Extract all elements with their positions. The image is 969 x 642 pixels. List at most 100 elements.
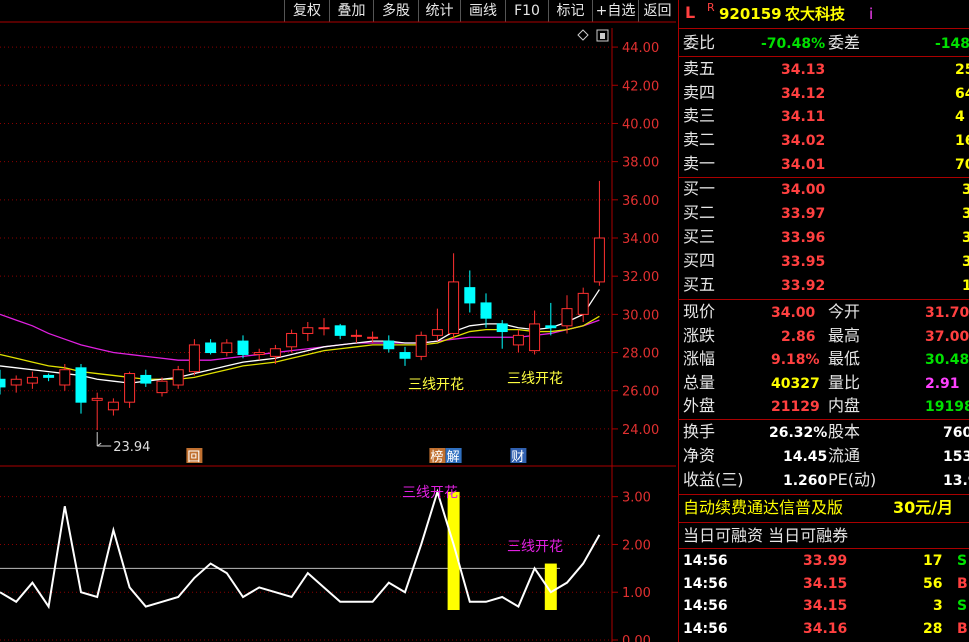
stat-label2-2: 最低 [828, 349, 861, 368]
panel-line-3 [679, 177, 969, 178]
event-marker-0[interactable]: 回 [186, 448, 203, 465]
tick-side-3: B [957, 620, 968, 637]
price-tick-label: 36.00 [622, 194, 659, 209]
price-tick-label: 34.00 [622, 232, 659, 247]
ask-price-2: 34.11 [781, 109, 826, 126]
tick-time-1: 14:56 [683, 575, 728, 592]
candle [107, 398, 119, 416]
candle [124, 371, 136, 408]
info-icon[interactable]: i [869, 3, 873, 25]
price-tick-label: 28.00 [622, 347, 659, 362]
weibi-label: 委比 [683, 33, 716, 52]
tick-volume-2: 3 [933, 598, 943, 614]
candle [10, 375, 22, 393]
candle [593, 180, 605, 286]
stat-value2-0: 31.70 [925, 305, 969, 321]
svg-text:回: 回 [187, 450, 200, 465]
svg-text:榜: 榜 [430, 449, 443, 465]
candle [399, 346, 411, 366]
tick-time-3: 14:56 [683, 620, 728, 637]
indicator-tick-label: 2.00 [622, 538, 651, 553]
fund-label-1: 净资 [683, 446, 716, 465]
tick-price-2: 34.15 [803, 598, 848, 614]
candle [577, 287, 589, 322]
candle [26, 371, 38, 389]
low-price-label: 23.94 [113, 440, 150, 455]
panel-line-7 [679, 522, 969, 523]
price-tick-label: 30.00 [622, 308, 659, 323]
bid-price-4: 33.92 [781, 278, 826, 294]
candle [561, 295, 573, 334]
ask-volume-1: 64 [955, 85, 969, 102]
candle [529, 310, 541, 355]
stat-value2-1: 37.00 [925, 328, 969, 345]
bid-label-0: 买一 [683, 179, 716, 198]
r-flag: R [707, 1, 715, 14]
fund-value-1: 14.45 [783, 449, 828, 465]
candle [43, 373, 55, 382]
ask-volume-2: 4 [955, 109, 965, 126]
window-icon[interactable] [596, 29, 609, 42]
diamond-icon[interactable] [577, 29, 589, 41]
indicator-signal-label-2: 三线开花 [507, 539, 563, 555]
event-marker-2[interactable]: 解 [445, 448, 462, 465]
tick-price-0: 33.99 [803, 553, 848, 569]
ask-label-0: 卖五 [683, 59, 716, 78]
candle [318, 318, 330, 336]
tick-volume-1: 56 [923, 575, 943, 592]
price-tick-label: 32.00 [622, 270, 659, 285]
candle [188, 339, 200, 376]
ask-label-2: 卖三 [683, 106, 716, 126]
candle [237, 335, 249, 359]
kline-chart[interactable]: 44.00 42.00 40.00 38.00 36.00 34.00 32.00 30.00… [0, 0, 676, 642]
panel-line-1 [679, 28, 969, 29]
quote-panel: LR 920159农大科技 i 委比 -70.48%委差 -148 卖五 34.13 25 卖四 3… [678, 0, 969, 642]
stat-value-1: 2.86 [781, 328, 816, 345]
stat-value2-4: 19198 [925, 399, 969, 415]
ask-price-1: 34.12 [781, 85, 826, 102]
fund-value2-2: 13.9 [943, 473, 969, 489]
price-tick-label: 26.00 [622, 385, 659, 400]
indicator-tick-label: 3.00 [622, 491, 651, 506]
panel-line-5 [679, 419, 969, 420]
stat-label2-4: 内盘 [828, 396, 861, 415]
candle [480, 293, 492, 328]
candle [172, 365, 184, 389]
signal-label-1: 三线开花 [408, 377, 464, 393]
market-flag: L [685, 3, 696, 22]
bid-volume-4: 19 [962, 275, 969, 297]
candle [75, 364, 87, 414]
stat-value-3: 40327 [771, 375, 820, 392]
ask-price-0: 34.13 [781, 62, 826, 78]
ask-price-3: 34.02 [781, 133, 826, 150]
low-arrow [96, 442, 112, 447]
candle [205, 339, 217, 355]
candle [334, 323, 346, 340]
stat-value2-3: 2.91 [925, 375, 960, 392]
candle [350, 329, 362, 343]
ask-price-4: 34.01 [781, 156, 826, 173]
fund-label-0: 换手 [683, 422, 716, 441]
event-marker-3[interactable]: 财 [510, 448, 527, 465]
panel-line-4 [679, 299, 969, 300]
stat-value-4: 21129 [771, 399, 820, 415]
candle [91, 392, 103, 431]
price-tick-label: 24.00 [622, 423, 659, 438]
stock-chart-window: 复权 叠加 多股 统计 画线 F10 标记 +自选 返回 44.00 42.00 40.00 38.0… [0, 0, 969, 642]
bid-volume-3: 3 [962, 251, 969, 273]
event-marker-1[interactable]: 榜 [429, 448, 446, 465]
bid-price-3: 33.95 [781, 254, 826, 270]
price-tick-label: 42.00 [622, 79, 659, 94]
candle [302, 322, 314, 342]
promo-price[interactable]: 30元/月 [893, 497, 953, 519]
tick-price-3: 34.16 [803, 620, 848, 637]
ask-label-4: 卖一 [683, 153, 716, 173]
svg-text:财: 财 [511, 450, 524, 465]
stock-code: 920159 [719, 5, 782, 23]
bid-label-1: 买二 [683, 203, 716, 222]
stat-value-2: 9.18% [771, 352, 820, 368]
promo-text[interactable]: 自动续费通达信普及版 [683, 497, 843, 519]
fund-value2-0: 7600万 [943, 425, 969, 441]
price-tick-label: 38.00 [622, 156, 659, 171]
fund-label2-0: 股本 [828, 422, 861, 441]
